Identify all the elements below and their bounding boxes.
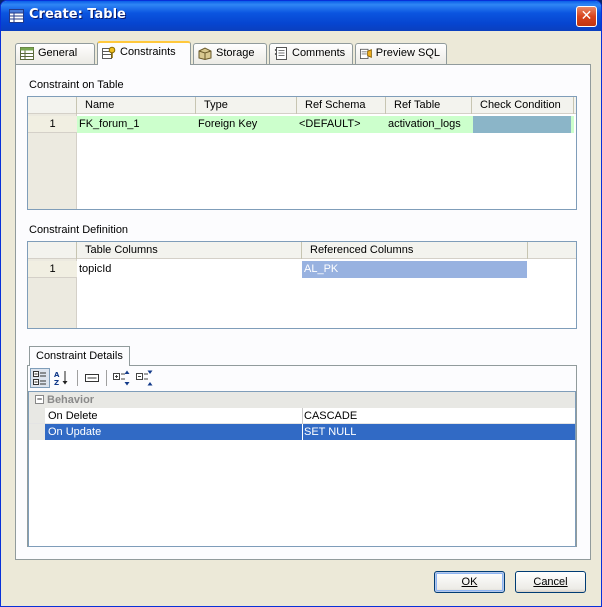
table-grid-icon xyxy=(20,47,34,60)
cell-table-column[interactable]: topicId xyxy=(77,261,302,278)
column-header-check-condition[interactable]: Check Condition xyxy=(472,97,574,114)
tab-label: Storage xyxy=(216,47,255,59)
tab-storage[interactable]: Storage xyxy=(193,43,267,64)
collapse-all-icon xyxy=(136,370,153,386)
column-header-ref-table[interactable]: Ref Table xyxy=(386,97,472,114)
tab-preview-sql[interactable]: Preview SQL xyxy=(355,43,447,64)
property-value[interactable]: CASCADE xyxy=(304,408,357,424)
grid-header: Table Columns Referenced Columns xyxy=(28,242,576,259)
close-button[interactable]: ✕ xyxy=(576,6,597,27)
close-icon: ✕ xyxy=(580,8,593,24)
ok-button-label: OK xyxy=(461,576,478,588)
toolbar-separator xyxy=(77,370,78,386)
tab-general[interactable]: General xyxy=(15,43,95,64)
constraint-key-icon xyxy=(102,46,116,59)
column-header-table-columns[interactable]: Table Columns xyxy=(77,242,302,259)
column-divider xyxy=(302,424,303,440)
row-number-header xyxy=(28,242,77,259)
tab-constraint-details[interactable]: Constraint Details xyxy=(29,346,130,366)
table-row[interactable]: FK_forum_1 Foreign Key <DEFAULT> activat… xyxy=(77,116,574,133)
tab-label: Comments xyxy=(292,47,346,59)
window-title: Create: Table xyxy=(29,7,126,22)
cancel-button[interactable]: Cancel xyxy=(515,571,586,593)
category-label: Behavior xyxy=(47,394,95,406)
constraint-definition-label: Constraint Definition xyxy=(29,224,129,236)
column-divider xyxy=(302,408,303,424)
categorized-view-icon xyxy=(33,371,46,385)
toolbar-separator xyxy=(106,370,107,386)
cell-type[interactable]: Foreign Key xyxy=(196,116,297,133)
row-number[interactable]: 1 xyxy=(28,261,77,278)
cell-ref-table[interactable]: activation_logs xyxy=(386,116,472,133)
svg-text:Z: Z xyxy=(54,379,59,386)
tab-label: General xyxy=(38,47,78,59)
cell-name[interactable]: FK_forum_1 xyxy=(77,116,196,133)
tab-label: Preview SQL xyxy=(375,47,440,59)
create-table-dialog: Create: Table ✕ General Constraints Stor… xyxy=(0,0,602,607)
cell-referenced-column[interactable]: AL_PK xyxy=(302,261,527,278)
property-pages-icon xyxy=(85,374,99,382)
collapse-all-button[interactable] xyxy=(135,368,155,388)
title-bar[interactable]: Create: Table ✕ xyxy=(1,1,601,31)
table-window-icon xyxy=(9,9,24,23)
row-number-header xyxy=(28,97,77,114)
storage-icon xyxy=(198,47,212,60)
property-grid[interactable]: − Behavior On Delete CASCADE On Update S… xyxy=(28,391,576,547)
category-behavior[interactable]: − Behavior xyxy=(29,392,575,408)
constraint-on-table-grid[interactable]: Name Type Ref Schema Ref Table Check Con… xyxy=(27,96,577,210)
tab-constraints[interactable]: Constraints xyxy=(97,41,191,65)
column-header-ref-schema[interactable]: Ref Schema xyxy=(297,97,386,114)
tab-comments[interactable]: Comments xyxy=(269,43,353,64)
property-value[interactable]: SET NULL xyxy=(304,424,356,440)
cancel-button-label: Cancel xyxy=(533,576,568,588)
svg-text:A: A xyxy=(54,371,60,379)
ok-button[interactable]: OK xyxy=(434,571,505,593)
sort-alphabetical-button[interactable]: A Z xyxy=(52,368,72,388)
table-row[interactable]: topicId AL_PK xyxy=(77,261,574,278)
column-header-name[interactable]: Name xyxy=(77,97,196,114)
sort-alphabetical-icon: A Z xyxy=(54,371,68,386)
collapse-toggle-icon[interactable]: − xyxy=(35,395,44,404)
grid-header: Name Type Ref Schema Ref Table Check Con… xyxy=(28,97,576,114)
property-row-on-delete[interactable]: On Delete CASCADE xyxy=(29,408,575,424)
categorized-view-button[interactable] xyxy=(30,368,50,388)
cell-ref-schema[interactable]: <DEFAULT> xyxy=(297,116,386,133)
expand-all-icon xyxy=(113,370,130,386)
constraint-definition-grid[interactable]: Table Columns Referenced Columns 1 topic… xyxy=(27,241,577,329)
column-header-type[interactable]: Type xyxy=(196,97,297,114)
property-row-on-update[interactable]: On Update SET NULL xyxy=(45,424,575,440)
constraint-on-table-label: Constraint on Table xyxy=(29,79,124,91)
expand-all-button[interactable] xyxy=(112,368,132,388)
property-name: On Delete xyxy=(48,410,98,422)
comments-icon xyxy=(274,47,287,60)
cell-check-condition[interactable] xyxy=(473,116,571,133)
tab-label: Constraints xyxy=(120,46,176,58)
property-name: On Update xyxy=(48,426,102,438)
preview-sql-icon xyxy=(360,48,372,59)
property-pages-button[interactable] xyxy=(82,368,102,388)
column-header-referenced-columns[interactable]: Referenced Columns xyxy=(302,242,528,259)
row-number[interactable]: 1 xyxy=(28,116,77,133)
